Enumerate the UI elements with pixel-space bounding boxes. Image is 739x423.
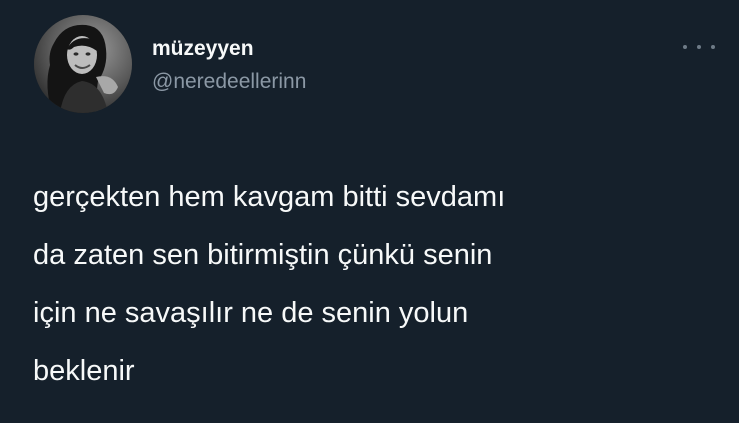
- tweet-text: gerçekten hem kavgam bitti sevdamı da za…: [33, 168, 723, 400]
- tweet-card: müzeyyen @neredeellerinn gerçekten hem k…: [0, 0, 739, 423]
- more-options-button[interactable]: [683, 38, 715, 56]
- avatar[interactable]: [34, 15, 132, 113]
- more-options-icon: [683, 45, 715, 49]
- tweet-text-line: gerçekten hem kavgam bitti sevdamı: [33, 181, 506, 213]
- profile-photo-icon: [34, 15, 132, 113]
- more-dot: [683, 45, 687, 49]
- display-name[interactable]: müzeyyen: [152, 37, 254, 61]
- more-dot: [711, 45, 715, 49]
- more-dot: [697, 45, 701, 49]
- tweet-text-line: için ne savaşılır ne de senin yolun: [33, 297, 469, 329]
- tweet-text-line: da zaten sen bitirmiştin çünkü senin: [33, 239, 493, 271]
- tweet-text-line: beklenir: [33, 355, 135, 387]
- user-handle[interactable]: @neredeellerinn: [152, 70, 306, 94]
